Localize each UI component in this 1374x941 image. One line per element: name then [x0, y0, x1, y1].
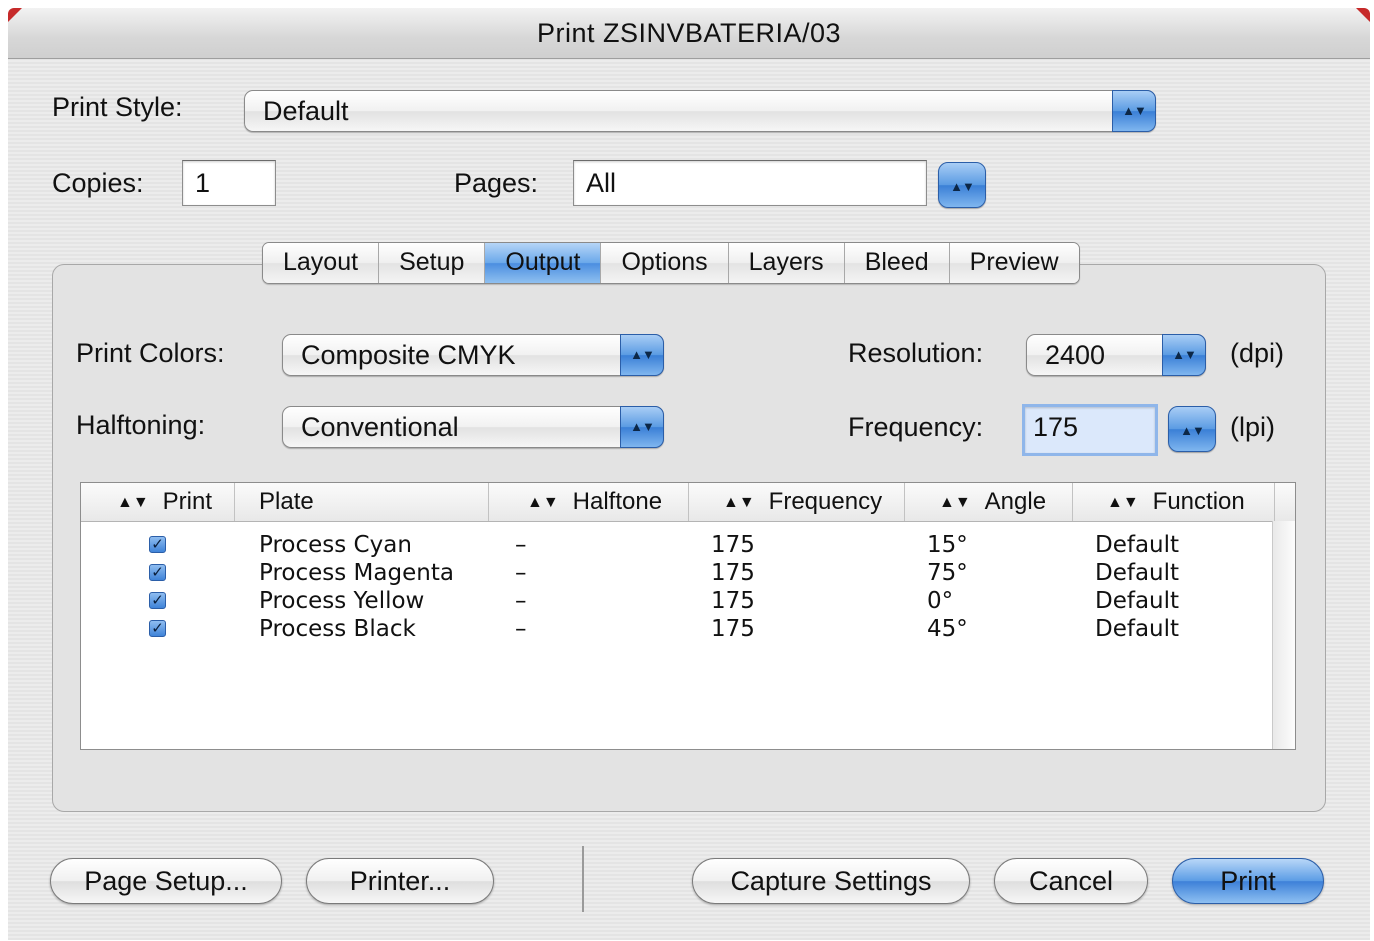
frequency-value: 175	[711, 532, 755, 558]
pages-field[interactable]: All	[573, 160, 927, 206]
updown-chevron-icon: ▲▼	[620, 334, 664, 376]
resolution-label: Resolution:	[848, 338, 984, 368]
capture-settings-button[interactable]: Capture Settings	[692, 858, 970, 904]
print-checkbox[interactable]: ✓	[149, 536, 166, 553]
plate-name: Process Yellow	[259, 588, 425, 614]
print-checkbox[interactable]: ✓	[149, 620, 166, 637]
table-scrollbar[interactable]	[1272, 521, 1295, 749]
tab-output[interactable]: Output	[485, 243, 602, 283]
tab-layout[interactable]: Layout	[263, 243, 380, 283]
sort-icon: ▲▼	[939, 494, 971, 511]
tab-preview[interactable]: Preview	[949, 243, 1079, 283]
copies-field[interactable]: 1	[182, 160, 276, 206]
sort-icon: ▲▼	[117, 494, 149, 511]
frequency-unit: (lpi)	[1230, 412, 1275, 442]
tab-setup[interactable]: Setup	[379, 243, 486, 283]
resolution-unit: (dpi)	[1230, 338, 1285, 368]
column-header-print[interactable]: ▲▼ Print	[81, 483, 235, 521]
page-setup-button[interactable]: Page Setup...	[50, 858, 282, 904]
plate-name: Process Magenta	[259, 560, 454, 586]
sort-icon: ▲▼	[1107, 494, 1139, 511]
column-header-frequency[interactable]: ▲▼ Frequency	[689, 483, 905, 521]
checkmark-icon: ✓	[151, 564, 164, 581]
plate-name: Process Cyan	[259, 532, 412, 558]
updown-chevron-icon: ▲▼	[620, 406, 664, 448]
resolution-value: 2400	[1045, 340, 1106, 370]
print-checkbox[interactable]: ✓	[149, 564, 166, 581]
halftone-value: –	[515, 560, 527, 586]
halftoning-popup[interactable]: Conventional ▲▼	[282, 406, 664, 448]
print-style-popup[interactable]: Default ▲▼	[244, 90, 1156, 132]
frequency-popup-button[interactable]: ▲▼	[1168, 406, 1216, 452]
cancel-button[interactable]: Cancel	[994, 858, 1148, 904]
print-button[interactable]: Print	[1172, 858, 1324, 904]
checkmark-icon: ✓	[151, 536, 164, 553]
print-style-label: Print Style:	[52, 92, 183, 122]
tab-bleed[interactable]: Bleed	[844, 243, 950, 283]
button-divider	[582, 846, 584, 912]
print-checkbox[interactable]: ✓	[149, 592, 166, 609]
table-row[interactable]: ✓ Process Magenta – 175 75° Default	[81, 559, 1273, 587]
function-value: Default	[1095, 588, 1180, 614]
function-value: Default	[1095, 616, 1180, 642]
pages-popup-button[interactable]: ▲▼	[938, 162, 986, 208]
frequency-value: 175	[711, 560, 755, 586]
angle-value: 75°	[927, 560, 968, 586]
copies-label: Copies:	[52, 168, 144, 198]
sort-icon: ▲▼	[723, 494, 755, 511]
column-header-angle[interactable]: ▲▼ Angle	[905, 483, 1073, 521]
title-bar: Print ZSINVBATERIA/03	[8, 8, 1370, 59]
checkmark-icon: ✓	[151, 592, 164, 609]
angle-value: 0°	[927, 588, 954, 614]
plates-table: ▲▼ Print Plate ▲▼ Halftone ▲▼ Frequency ▲▼ A…	[80, 482, 1296, 750]
print-colors-label: Print Colors:	[76, 338, 225, 368]
tab-layers[interactable]: Layers	[728, 243, 845, 283]
halftone-value: –	[515, 616, 527, 642]
print-style-value: Default	[263, 96, 349, 126]
printer-button[interactable]: Printer...	[306, 858, 494, 904]
table-row[interactable]: ✓ Process Yellow – 175 0° Default	[81, 587, 1273, 615]
function-value: Default	[1095, 532, 1180, 558]
print-dialog: Print ZSINVBATERIA/03 Print Style: Defau…	[8, 8, 1370, 940]
frequency-value: 175	[711, 588, 755, 614]
column-header-halftone[interactable]: ▲▼ Halftone	[489, 483, 689, 521]
tab-bar: Layout Setup Output Options Layers Bleed…	[262, 242, 1080, 284]
tab-options[interactable]: Options	[601, 243, 729, 283]
halftoning-label: Halftoning:	[76, 410, 206, 440]
updown-chevron-icon: ▲▼	[1162, 334, 1206, 376]
table-header: ▲▼ Print Plate ▲▼ Halftone ▲▼ Frequency ▲▼ A…	[81, 483, 1295, 522]
angle-value: 15°	[927, 532, 968, 558]
frequency-field[interactable]: 175	[1022, 404, 1158, 456]
function-value: Default	[1095, 560, 1180, 586]
halftone-value: –	[515, 532, 527, 558]
updown-chevron-icon: ▲▼	[1180, 423, 1205, 438]
resolution-popup[interactable]: 2400 ▲▼	[1026, 334, 1206, 376]
angle-value: 45°	[927, 616, 968, 642]
sort-icon: ▲▼	[527, 494, 559, 511]
updown-chevron-icon: ▲▼	[950, 179, 975, 194]
pages-label: Pages:	[454, 168, 539, 198]
column-header-function[interactable]: ▲▼ Function	[1073, 483, 1275, 521]
checkmark-icon: ✓	[151, 620, 164, 637]
frequency-value: 175	[711, 616, 755, 642]
updown-chevron-icon: ▲▼	[1112, 90, 1156, 132]
column-header-plate[interactable]: Plate	[235, 483, 489, 521]
table-row[interactable]: ✓ Process Cyan – 175 15° Default	[81, 531, 1273, 559]
print-colors-value: Composite CMYK	[301, 340, 516, 370]
table-row[interactable]: ✓ Process Black – 175 45° Default	[81, 615, 1273, 643]
halftoning-value: Conventional	[301, 412, 459, 442]
plate-name: Process Black	[259, 616, 416, 642]
print-colors-popup[interactable]: Composite CMYK ▲▼	[282, 334, 664, 376]
halftone-value: –	[515, 588, 527, 614]
frequency-label: Frequency:	[848, 412, 984, 442]
window-title: Print ZSINVBATERIA/03	[536, 18, 842, 48]
